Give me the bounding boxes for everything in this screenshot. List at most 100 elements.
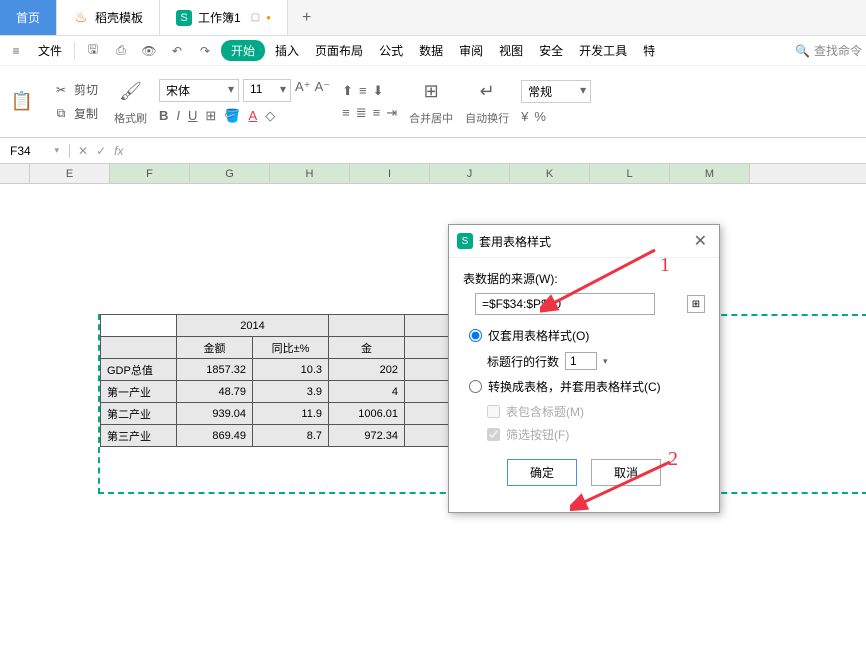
flame-icon: ♨	[73, 10, 89, 26]
copy-icon: ⧉	[52, 105, 70, 123]
align-left-icon[interactable]: ≡	[342, 105, 350, 121]
filter-button-checkbox	[487, 428, 500, 441]
cell-reference-box[interactable]: F34	[0, 144, 70, 158]
row-label: 第一产业	[101, 381, 177, 403]
cancel-button[interactable]: 取消	[591, 459, 661, 486]
tab-modified-dot-icon: ●	[266, 13, 271, 22]
percent-icon[interactable]: %	[534, 109, 546, 124]
col-header[interactable]: M	[670, 164, 750, 183]
indent-icon[interactable]: ⇥	[386, 105, 397, 121]
tab-template[interactable]: ♨ 稻壳模板	[57, 0, 160, 35]
title-rows-input[interactable]	[565, 352, 597, 370]
fill-color-button[interactable]: 🪣	[224, 108, 240, 124]
cancel-formula-icon[interactable]: ✕	[78, 144, 88, 158]
format-painter-group[interactable]: 🖌 格式刷	[114, 78, 147, 126]
dialog-title: 套用表格样式	[479, 233, 690, 250]
search-commands[interactable]: 🔍 查找命令	[795, 42, 862, 59]
align-top-icon[interactable]: ⬆	[342, 83, 353, 99]
merge-icon: ⊞	[417, 78, 445, 106]
col-header[interactable]: K	[510, 164, 590, 183]
chevron-down-icon[interactable]: ▾	[603, 356, 608, 367]
range-picker-icon[interactable]: ⊞	[687, 295, 705, 313]
menu-bar: ≡ 文件 🖫 ⎙ 👁 ↶ ↷ 开始 插入 页面布局 公式 数据 审阅 视图 安全…	[0, 36, 866, 66]
tab-workbook[interactable]: S 工作簿1 ▢ ●	[160, 0, 288, 35]
save-icon[interactable]: 🖫	[81, 39, 105, 63]
close-icon[interactable]: ✕	[690, 231, 711, 251]
paste-icon[interactable]: 📋	[8, 88, 36, 116]
font-color-button[interactable]: A	[249, 108, 258, 124]
increase-font-icon[interactable]: A⁺	[295, 79, 311, 102]
menu-data[interactable]: 数据	[413, 42, 449, 59]
search-icon: 🔍	[795, 44, 810, 58]
menu-formula[interactable]: 公式	[373, 42, 409, 59]
source-label: 表数据的来源(W):	[463, 270, 705, 287]
table-style-dialog: S 套用表格样式 ✕ 表数据的来源(W): ⊞ 仅套用表格样式(O) 标题行的行…	[448, 224, 720, 513]
col-header[interactable]: E	[30, 164, 110, 183]
redo-icon[interactable]: ↷	[193, 39, 217, 63]
auto-wrap-group[interactable]: ↵ 自动换行	[465, 78, 509, 126]
menu-start[interactable]: 开始	[221, 40, 265, 61]
merge-label: 合并居中	[409, 110, 453, 126]
wrap-icon: ↵	[473, 78, 501, 106]
title-rows-row: 标题行的行数 ▾	[487, 352, 705, 370]
spreadsheet-icon: S	[457, 233, 473, 249]
menu-page-layout[interactable]: 页面布局	[309, 42, 369, 59]
tab-add-button[interactable]: +	[288, 9, 325, 27]
format-painter-icon: 🖌	[117, 78, 145, 106]
cut-label: 剪切	[74, 81, 98, 98]
watermark-text: 系统之家	[792, 603, 856, 627]
row-label: 第二产业	[101, 403, 177, 425]
clear-format-button[interactable]: ◇	[265, 108, 275, 124]
col-header[interactable]: F	[110, 164, 190, 183]
source-input[interactable]	[475, 293, 655, 315]
menu-app-icon[interactable]: ≡	[4, 39, 28, 63]
radio-style-only[interactable]	[469, 329, 482, 342]
align-center-icon[interactable]: ≣	[356, 105, 367, 121]
col-header[interactable]: G	[190, 164, 270, 183]
fx-icon[interactable]: fx	[114, 144, 123, 158]
col-header[interactable]: L	[590, 164, 670, 183]
preview-icon[interactable]: 👁	[137, 39, 161, 63]
align-right-icon[interactable]: ≡	[373, 105, 381, 121]
undo-icon[interactable]: ↶	[165, 39, 189, 63]
copy-button[interactable]: ⧉ 复制	[48, 103, 102, 125]
tab-home[interactable]: 首页	[0, 0, 57, 35]
radio-convert-table[interactable]	[469, 380, 482, 393]
bold-button[interactable]: B	[159, 108, 168, 124]
underline-button[interactable]: U	[188, 108, 197, 124]
align-middle-icon[interactable]: ≡	[359, 83, 367, 99]
include-header-checkbox	[487, 405, 500, 418]
tab-workbook-label: 工作簿1	[198, 9, 241, 26]
col-header[interactable]: H	[270, 164, 350, 183]
ok-button[interactable]: 确定	[507, 459, 577, 486]
italic-button[interactable]: I	[176, 108, 180, 124]
decrease-font-icon[interactable]: A⁻	[315, 79, 331, 102]
font-size-select[interactable]: 11	[243, 79, 291, 102]
menu-view[interactable]: 视图	[493, 42, 529, 59]
currency-icon[interactable]: ¥	[521, 109, 528, 124]
merge-center-group[interactable]: ⊞ 合并居中	[409, 78, 453, 126]
menu-file[interactable]: 文件	[32, 42, 68, 59]
toolbar: 📋 ✂ 剪切 ⧉ 复制 🖌 格式刷 宋体 11 A⁺ A⁻ B I U ⊞ 🪣 …	[0, 66, 866, 138]
spreadsheet-icon: S	[176, 10, 192, 26]
align-bottom-icon[interactable]: ⬇	[373, 83, 384, 99]
menu-insert[interactable]: 插入	[269, 42, 305, 59]
wrap-label: 自动换行	[465, 110, 509, 126]
menu-dev-tools[interactable]: 开发工具	[573, 42, 633, 59]
watermark: 系统之家	[746, 595, 856, 635]
menu-review[interactable]: 审阅	[453, 42, 489, 59]
print-icon[interactable]: ⎙	[109, 39, 133, 63]
border-button[interactable]: ⊞	[205, 108, 216, 124]
menu-security[interactable]: 安全	[533, 42, 569, 59]
reference-bar: F34 ✕ ✓ fx	[0, 138, 866, 164]
cut-button[interactable]: ✂ 剪切	[48, 79, 102, 101]
number-format-select[interactable]: 常规	[521, 80, 591, 103]
font-name-select[interactable]: 宋体	[159, 79, 239, 102]
option-style-only[interactable]: 仅套用表格样式(O)	[469, 327, 705, 344]
option-convert-table[interactable]: 转换成表格，并套用表格样式(C)	[469, 378, 705, 395]
col-header[interactable]: I	[350, 164, 430, 183]
col-header[interactable]: J	[430, 164, 510, 183]
select-all-corner[interactable]	[0, 164, 30, 183]
menu-special[interactable]: 特	[637, 42, 661, 59]
accept-formula-icon[interactable]: ✓	[96, 144, 106, 158]
